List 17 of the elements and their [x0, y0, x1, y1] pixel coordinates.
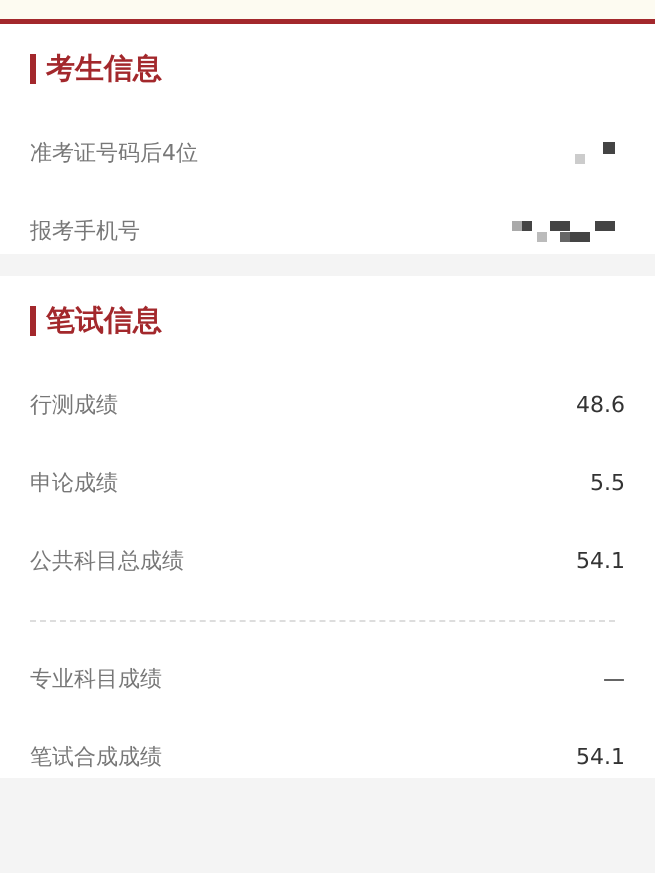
field-label: 公共科目总成绩: [30, 548, 184, 576]
field-label: 报考手机号: [30, 218, 140, 246]
field-value: 5.5: [590, 470, 625, 498]
mosaic-drawing: [575, 142, 615, 164]
field-value: —: [603, 666, 625, 694]
field-value: 48.6: [576, 392, 625, 420]
field-label: 专业科目成绩: [30, 666, 162, 694]
field-label: 笔试合成成绩: [30, 744, 162, 772]
section-title: 笔试信息: [46, 302, 162, 340]
section-title: 考生信息: [46, 50, 162, 88]
section-marker: [30, 54, 36, 84]
field-label: 行测成绩: [30, 392, 118, 420]
section-marker: [30, 306, 36, 336]
field-label: 准考证号码后4位: [30, 140, 198, 168]
field-label: 申论成绩: [30, 470, 118, 498]
field-value: 54.1: [576, 548, 625, 576]
field-value: 54.1: [576, 744, 625, 772]
